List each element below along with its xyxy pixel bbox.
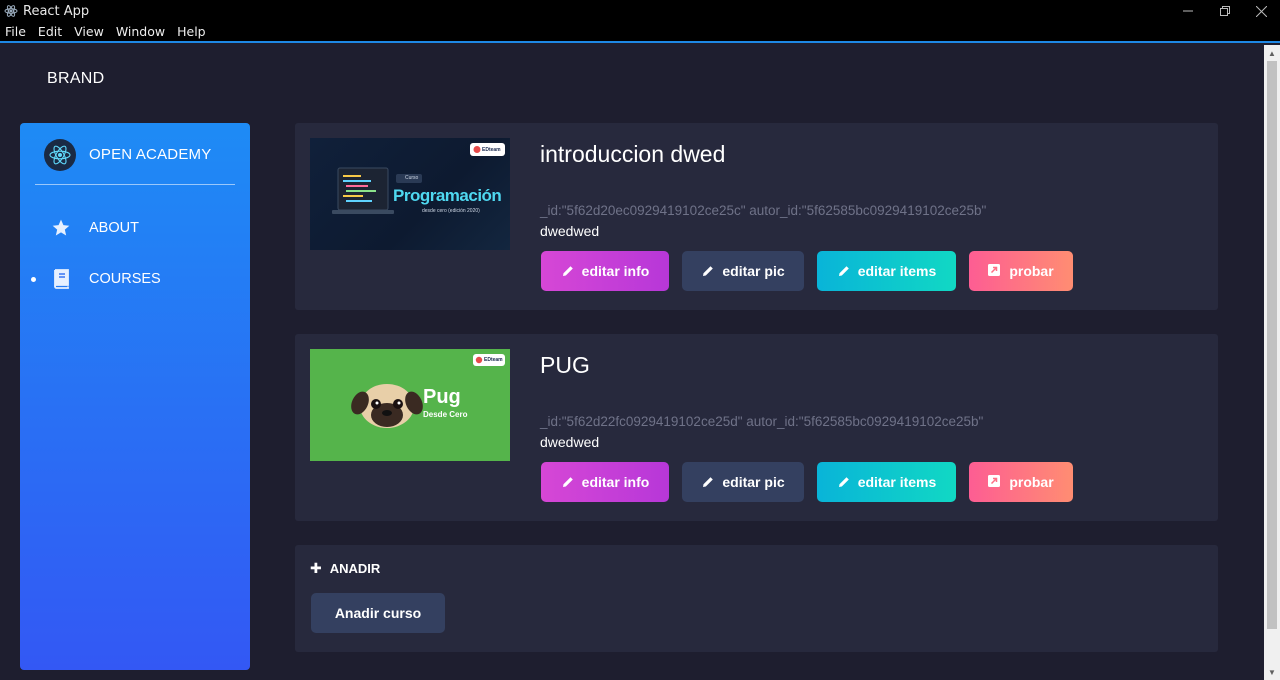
course-thumbnail: EDteam Pug Desde Cero <box>310 349 510 461</box>
star-icon <box>50 217 72 239</box>
sidebar-divider <box>35 184 235 185</box>
restore-icon[interactable] <box>1206 0 1243 22</box>
add-section-title: ANADIR <box>329 561 381 576</box>
add-course-button[interactable]: Anadir curso <box>311 593 445 633</box>
brand-link[interactable]: BRAND <box>47 70 105 88</box>
pencil-icon <box>701 264 715 278</box>
course-title: PUG <box>540 352 590 378</box>
add-section-header: ✚ ANADIR <box>310 560 380 577</box>
edit-items-label: editar items <box>857 474 937 490</box>
course-thumbnail: Curso EDteam Programación desde cero (ed… <box>310 138 510 250</box>
thumbnail-heading: Pug <box>423 386 461 408</box>
thumbnail-heading: Programación <box>393 186 502 205</box>
pencil-icon <box>701 475 715 489</box>
menu-file[interactable]: File <box>0 24 32 39</box>
vertical-scrollbar[interactable]: ▲ ▼ <box>1264 45 1280 680</box>
edit-info-label: editar info <box>581 263 650 279</box>
electron-app-icon <box>4 4 18 18</box>
course-ids: _id:"5f62d20ec0929419102ce25c" autor_id:… <box>540 203 987 218</box>
sidebar-title[interactable]: OPEN ACADEMY <box>89 146 211 163</box>
pencil-icon <box>561 264 575 278</box>
edit-items-label: editar items <box>857 263 937 279</box>
edit-info-button[interactable]: editar info <box>541 251 669 291</box>
probar-label: probar <box>1009 263 1054 279</box>
course-description: dwedwed <box>540 434 600 450</box>
sidebar: OPEN ACADEMY ABOUT COURSES <box>20 123 250 670</box>
edit-items-button[interactable]: editar items <box>817 251 956 291</box>
book-icon <box>50 268 72 290</box>
thumbnail-subheading: Desde Cero <box>423 410 468 419</box>
probar-button[interactable]: probar <box>969 251 1073 291</box>
react-icon[interactable] <box>44 139 76 171</box>
thumbnail-subheading: desde cero (edición 2020) <box>422 208 480 214</box>
thumbnail-badge: EDteam <box>482 147 501 153</box>
sidebar-item-courses[interactable]: COURSES <box>20 262 250 296</box>
probar-label: probar <box>1009 474 1054 490</box>
add-course-card: ✚ ANADIR Anadir curso <box>295 545 1218 652</box>
pencil-icon <box>561 475 575 489</box>
sidebar-item-about[interactable]: ABOUT <box>20 211 250 245</box>
window-titlebar: React App <box>0 0 1280 22</box>
edit-pic-button[interactable]: editar pic <box>682 251 804 291</box>
edit-pic-label: editar pic <box>722 263 785 279</box>
scrollbar-thumb[interactable] <box>1267 61 1277 629</box>
thumbnail-badge: EDteam <box>484 357 503 363</box>
edit-info-button[interactable]: editar info <box>541 462 669 502</box>
pencil-icon <box>837 264 851 278</box>
external-link-icon <box>988 475 1002 489</box>
external-link-icon <box>988 264 1002 278</box>
menu-view[interactable]: View <box>68 24 110 39</box>
course-ids: _id:"5f62d22fc0929419102ce25d" autor_id:… <box>540 414 984 429</box>
window-title: React App <box>23 3 90 19</box>
edit-info-label: editar info <box>581 474 650 490</box>
close-icon[interactable] <box>1243 0 1280 22</box>
course-card: EDteam Pug Desde Cero PUG _id:"5f62d22fc… <box>295 334 1218 521</box>
minimize-icon[interactable] <box>1169 0 1206 22</box>
menu-help[interactable]: Help <box>171 24 212 39</box>
sidebar-item-label: ABOUT <box>89 220 139 236</box>
course-description: dwedwed <box>540 223 600 239</box>
scroll-down-arrow-icon[interactable]: ▼ <box>1264 664 1280 680</box>
edit-items-button[interactable]: editar items <box>817 462 956 502</box>
menu-edit[interactable]: Edit <box>32 24 68 39</box>
thumbnail-tag: Curso <box>405 175 419 181</box>
edit-pic-label: editar pic <box>722 474 785 490</box>
pencil-icon <box>837 475 851 489</box>
plus-icon: ✚ <box>310 560 322 576</box>
active-indicator <box>31 276 36 282</box>
menu-window[interactable]: Window <box>110 24 171 39</box>
sidebar-item-label: COURSES <box>89 271 161 287</box>
course-title: introduccion dwed <box>540 141 726 167</box>
probar-button[interactable]: probar <box>969 462 1073 502</box>
scroll-up-arrow-icon[interactable]: ▲ <box>1264 45 1280 61</box>
edit-pic-button[interactable]: editar pic <box>682 462 804 502</box>
menu-bar: File Edit View Window Help <box>0 22 1280 43</box>
course-card: Curso EDteam Programación desde cero (ed… <box>295 123 1218 310</box>
